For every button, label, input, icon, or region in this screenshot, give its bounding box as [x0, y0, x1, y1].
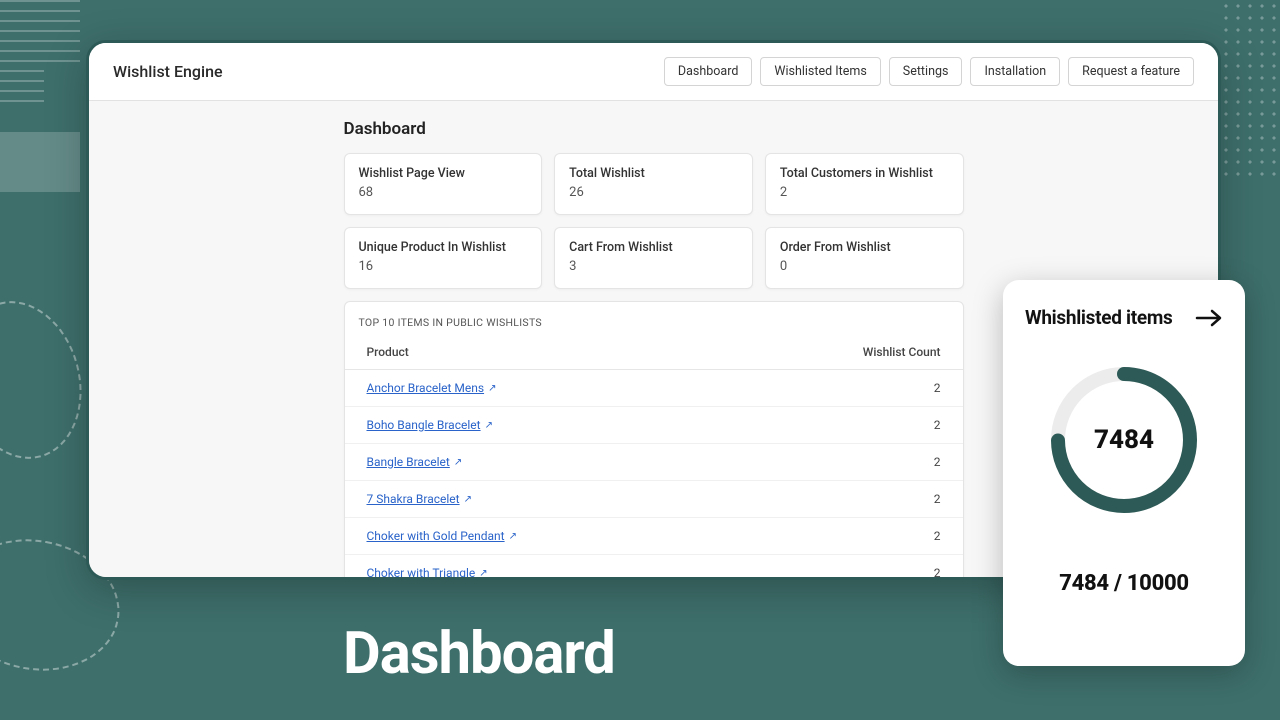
card-label: Unique Product In Wishlist — [359, 240, 528, 255]
card-label: Order From Wishlist — [780, 240, 949, 255]
topbar: Wishlist Engine Dashboard Wishlisted Ite… — [89, 43, 1218, 101]
card-label: Wishlist Page View — [359, 166, 528, 181]
card-cart-from-wishlist: Cart From Wishlist 3 — [554, 227, 753, 289]
table-row: Boho Bangle Bracelet ↗ 2 — [345, 407, 963, 444]
wishlist-count: 2 — [725, 518, 963, 555]
top-items-panel: TOP 10 ITEMS IN PUBLIC WISHLISTS Product… — [344, 301, 964, 580]
top-items-table: Product Wishlist Count Anchor Bracelet M… — [345, 335, 963, 580]
external-link-icon: ↗ — [485, 420, 493, 431]
donut-value: 7484 — [1025, 355, 1223, 525]
app-title: Wishlist Engine — [113, 62, 223, 81]
side-card-header: Whishlisted items — [1025, 306, 1223, 329]
nav-request-feature[interactable]: Request a feature — [1068, 57, 1194, 86]
decorative-circle — [0, 287, 99, 473]
stat-cards: Wishlist Page View 68 Total Wishlist 26 … — [344, 153, 964, 289]
card-value: 26 — [569, 185, 738, 200]
side-card-title: Whishlisted items — [1025, 306, 1172, 329]
table-row: Anchor Bracelet Mens↗ 2 — [345, 370, 963, 407]
external-link-icon: ↗ — [464, 494, 472, 505]
nav-installation[interactable]: Installation — [970, 57, 1060, 86]
wishlist-count: 2 — [725, 444, 963, 481]
external-link-icon: ↗ — [454, 457, 462, 468]
donut-chart: 7484 — [1025, 355, 1223, 525]
card-order-from-wishlist: Order From Wishlist 0 — [765, 227, 964, 289]
card-value: 2 — [780, 185, 949, 200]
table-row: 7 Shakra Bracelet ↗ 2 — [345, 481, 963, 518]
nav: Dashboard Wishlisted Items Settings Inst… — [664, 57, 1194, 86]
product-link[interactable]: Boho Bangle Bracelet — [367, 418, 481, 432]
hero-title: Dashboard — [343, 620, 615, 688]
product-link[interactable]: Anchor Bracelet Mens — [367, 381, 485, 395]
card-wishlist-page-view: Wishlist Page View 68 — [344, 153, 543, 215]
content: Dashboard Wishlist Page View 68 Total Wi… — [344, 101, 964, 580]
card-value: 3 — [569, 259, 738, 274]
external-link-icon: ↗ — [479, 568, 487, 579]
col-wishlist-count: Wishlist Count — [725, 335, 963, 370]
external-link-icon: ↗ — [509, 531, 517, 542]
table-row: Bangle Bracelet ↗ 2 — [345, 444, 963, 481]
arrow-right-icon[interactable] — [1195, 309, 1223, 327]
table-caption: TOP 10 ITEMS IN PUBLIC WISHLISTS — [345, 302, 963, 335]
table-row: Choker with Triangle↗ 2 — [345, 555, 963, 581]
card-unique-product: Unique Product In Wishlist 16 — [344, 227, 543, 289]
col-product: Product — [345, 335, 725, 370]
product-link[interactable]: Choker with Triangle — [367, 566, 476, 580]
wishlist-count: 2 — [725, 481, 963, 518]
wishlist-count: 2 — [725, 555, 963, 581]
nav-wishlisted-items[interactable]: Wishlisted Items — [760, 57, 880, 86]
wishlist-count: 2 — [725, 370, 963, 407]
card-value: 16 — [359, 259, 528, 274]
side-card-fraction: 7484 / 10000 — [1025, 571, 1223, 596]
page-heading: Dashboard — [344, 119, 964, 139]
wishlisted-items-card: Whishlisted items 7484 7484 / 10000 — [1003, 280, 1245, 666]
nav-settings[interactable]: Settings — [889, 57, 963, 86]
card-value: 0 — [780, 259, 949, 274]
nav-dashboard[interactable]: Dashboard — [664, 57, 752, 86]
decorative-dots — [1220, 0, 1280, 180]
external-link-icon: ↗ — [488, 383, 496, 394]
product-link[interactable]: Bangle Bracelet — [367, 455, 450, 469]
card-label: Total Wishlist — [569, 166, 738, 181]
wishlist-count: 2 — [725, 407, 963, 444]
product-link[interactable]: Choker with Gold Pendant — [367, 529, 505, 543]
product-link[interactable]: 7 Shakra Bracelet — [367, 492, 460, 506]
card-label: Total Customers in Wishlist — [780, 166, 949, 181]
card-value: 68 — [359, 185, 528, 200]
decorative-lines — [0, 0, 80, 220]
card-label: Cart From Wishlist — [569, 240, 738, 255]
table-row: Choker with Gold Pendant ↗ 2 — [345, 518, 963, 555]
card-total-wishlist: Total Wishlist 26 — [554, 153, 753, 215]
card-total-customers: Total Customers in Wishlist 2 — [765, 153, 964, 215]
